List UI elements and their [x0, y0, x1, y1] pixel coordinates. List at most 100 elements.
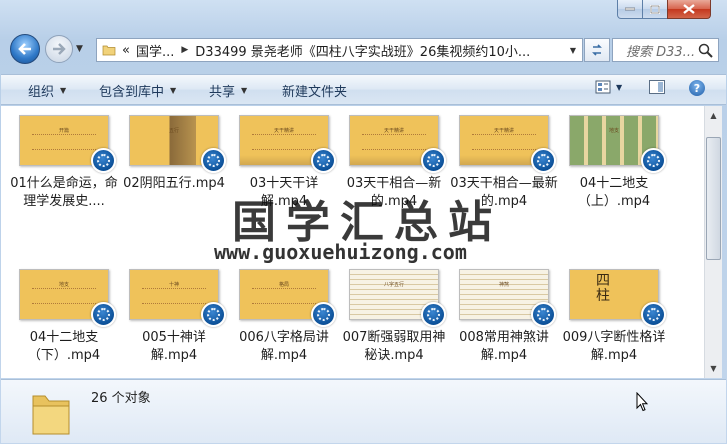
maximize-button[interactable] [642, 0, 668, 19]
include-in-library-menu[interactable]: 包含到库中 ▼ [99, 81, 176, 100]
film-reel-icon [317, 154, 330, 167]
details-pane: 26 个对象 [1, 379, 726, 443]
file-name[interactable]: 01什么是命运，命理学发展史.... [9, 175, 119, 211]
thumbnail-title: 五行 [168, 128, 179, 134]
thumbnail-text-lines [362, 134, 426, 150]
explorer-window: ▼ « 国学... ▶ D33499 景尧老师《四柱八字实战班》26集视频约10… [0, 0, 727, 444]
item-count: 26 个对象 [91, 391, 151, 406]
maximize-icon [650, 4, 660, 14]
file-item[interactable]: 地支 04十二地支（上）.mp4 [559, 115, 669, 211]
navigation-bar: ▼ « 国学... ▶ D33499 景尧老师《四柱八字实战班》26集视频约10… [0, 32, 727, 66]
film-reel-icon [647, 154, 660, 167]
chevron-down-icon: ▼ [60, 86, 67, 95]
address-bar[interactable]: « 国学... ▶ D33499 景尧老师《四柱八字实战班》26集视频约10小.… [96, 38, 583, 62]
breadcrumb-separator-icon[interactable]: ▶ [181, 45, 188, 55]
command-bar: 组织 ▼ 包含到库中 ▼ 共享 ▼ 新建文件夹 ▼ ? [1, 74, 726, 105]
video-file-icon [641, 302, 666, 327]
file-name[interactable]: 009八字断性格详解.mp4 [559, 329, 669, 365]
minimize-icon [625, 7, 635, 11]
vertical-scrollbar[interactable]: ▲ ▼ [704, 106, 722, 378]
recent-pages-dropdown[interactable]: ▼ [76, 44, 83, 54]
scroll-up-icon[interactable]: ▲ [706, 107, 721, 124]
organize-menu[interactable]: 组织 ▼ [28, 81, 66, 100]
thumbnail-title: 地支 [608, 128, 619, 134]
refresh-button[interactable] [584, 38, 610, 62]
film-reel-icon [97, 308, 110, 321]
watermark-url: www.guoxuehuizong.com [214, 240, 467, 264]
film-reel-icon [427, 308, 440, 321]
film-reel-icon [97, 154, 110, 167]
video-file-icon [91, 148, 116, 173]
help-icon: ? [693, 81, 701, 95]
video-file-icon [91, 302, 116, 327]
file-item[interactable]: 四柱 009八字断性格详解.mp4 [559, 269, 669, 365]
file-name[interactable]: 04十二地支（下）.mp4 [9, 329, 119, 365]
file-name[interactable]: 008常用神煞讲解.mp4 [449, 329, 559, 365]
file-item[interactable]: 神煞 008常用神煞讲解.mp4 [449, 269, 559, 365]
thumbnail-text-lines [472, 134, 536, 150]
search-placeholder: 搜索 D33... [626, 44, 696, 60]
breadcrumb-item-current[interactable]: D33499 景尧老师《四柱八字实战班》26集视频约10小... [195, 41, 530, 60]
close-button[interactable] [667, 0, 711, 19]
thumbnail-text-lines [32, 288, 96, 304]
address-dropdown-button[interactable]: ▼ [564, 39, 582, 61]
film-reel-icon [427, 154, 440, 167]
folder-icon [102, 45, 116, 56]
file-name[interactable]: 04十二地支（上）.mp4 [559, 175, 669, 211]
video-file-icon [311, 302, 336, 327]
thumbnail-title: 八字五行 [383, 282, 404, 288]
file-name[interactable]: 007断强弱取用神秘诀.mp4 [339, 329, 449, 365]
file-item[interactable]: 五行 02阴阳五行.mp4 [119, 115, 229, 193]
video-file-icon [311, 148, 336, 173]
new-folder-label: 新建文件夹 [282, 85, 348, 100]
view-icon [595, 80, 611, 94]
change-view-button[interactable]: ▼ [595, 80, 622, 94]
chevron-down-icon: ▼ [170, 86, 177, 95]
thumbnail-title: 四柱 [596, 273, 610, 304]
include-library-label: 包含到库中 [99, 85, 165, 100]
close-icon [683, 4, 695, 14]
film-reel-icon [317, 308, 330, 321]
new-folder-button[interactable]: 新建文件夹 [282, 81, 347, 100]
search-input[interactable]: 搜索 D33... [612, 38, 719, 62]
film-reel-icon [537, 308, 550, 321]
file-item[interactable]: 格局 006八字格局讲解.mp4 [229, 269, 339, 365]
video-file-icon [421, 148, 446, 173]
arrow-left-icon [18, 43, 31, 55]
film-reel-icon [207, 154, 220, 167]
video-file-icon [641, 148, 666, 173]
forward-button[interactable] [45, 35, 73, 63]
refresh-icon [592, 44, 602, 56]
mouse-cursor-icon [636, 392, 648, 412]
file-name[interactable]: 02阴阳五行.mp4 [119, 175, 229, 193]
search-icon[interactable] [698, 43, 713, 58]
file-item[interactable]: 开篇 01什么是命运，命理学发展史.... [9, 115, 119, 211]
minimize-button[interactable] [617, 0, 643, 19]
chevron-down-icon: ▼ [241, 86, 248, 95]
breadcrumb-item-guoxue[interactable]: 国学... [136, 41, 174, 60]
film-reel-icon [537, 154, 550, 167]
video-file-icon [531, 302, 556, 327]
file-item[interactable]: 地支 04十二地支（下）.mp4 [9, 269, 119, 365]
video-file-icon [531, 148, 556, 173]
file-name[interactable]: 006八字格局讲解.mp4 [229, 329, 339, 365]
preview-pane-icon [658, 82, 663, 92]
file-item[interactable]: 十神 005十神详解.mp4 [119, 269, 229, 365]
organize-label: 组织 [28, 85, 55, 100]
thumbnail-text-lines [142, 288, 206, 304]
scroll-down-icon[interactable]: ▼ [706, 360, 721, 377]
share-menu[interactable]: 共享 ▼ [209, 81, 247, 100]
thumbnail-text-lines [32, 134, 96, 150]
help-button[interactable]: ? [689, 80, 705, 96]
back-button[interactable] [10, 34, 40, 64]
file-name[interactable]: 005十神详解.mp4 [119, 329, 229, 365]
video-file-icon [421, 302, 446, 327]
thumbnail-title: 神煞 [498, 282, 509, 288]
address-prefix[interactable]: « [122, 43, 130, 58]
scrollbar-thumb[interactable] [706, 137, 721, 260]
preview-pane-button[interactable] [649, 80, 665, 94]
film-reel-icon [647, 308, 660, 321]
share-label: 共享 [209, 85, 236, 100]
file-item[interactable]: 八字五行 007断强弱取用神秘诀.mp4 [339, 269, 449, 365]
video-file-icon [201, 302, 226, 327]
